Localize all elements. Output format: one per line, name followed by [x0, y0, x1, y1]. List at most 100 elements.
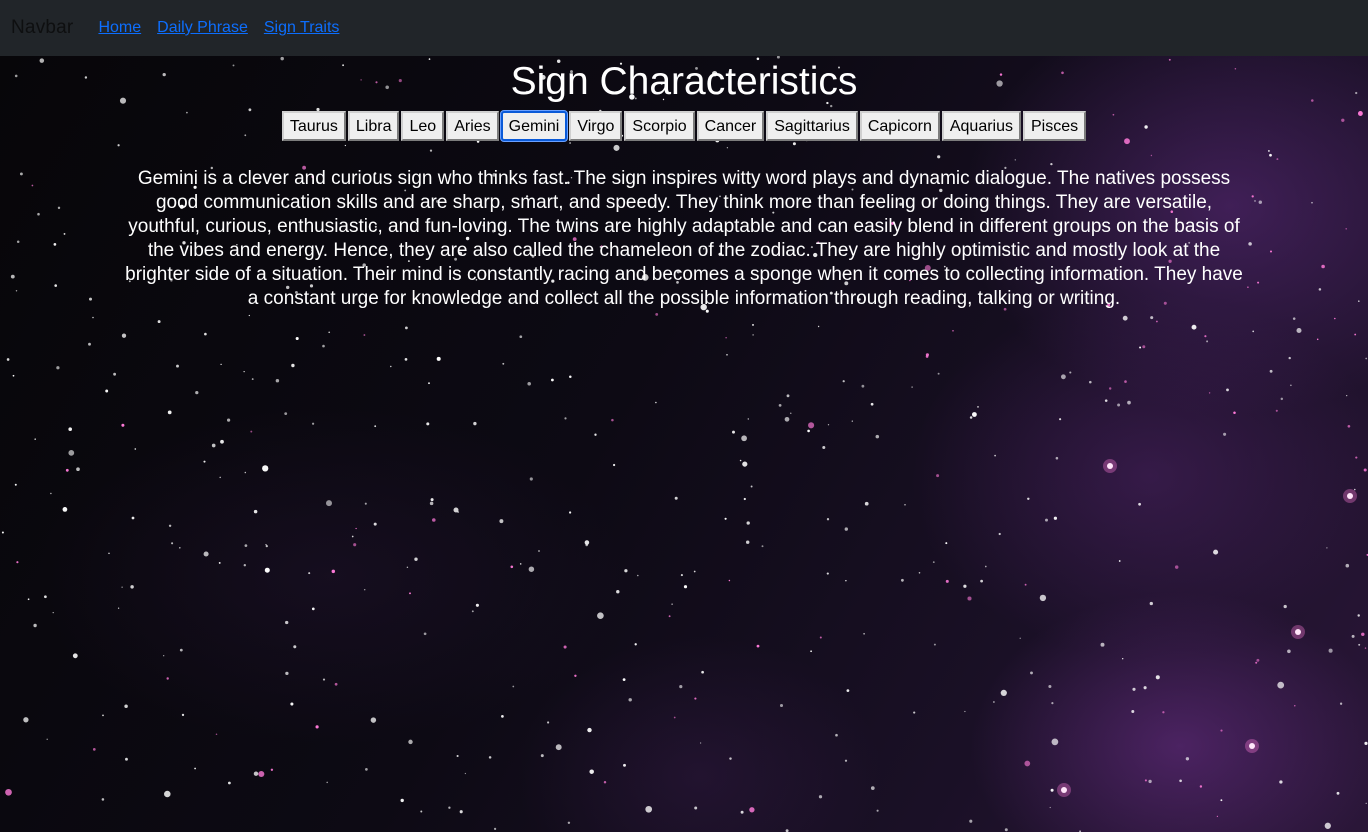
- star: [1336, 791, 1340, 795]
- star: [404, 358, 408, 361]
- star: [62, 507, 68, 512]
- star: [423, 632, 427, 636]
- star: [1060, 374, 1066, 380]
- star: [993, 701, 995, 703]
- star: [331, 569, 336, 574]
- star: [176, 364, 179, 368]
- star: [826, 572, 829, 575]
- star: [1118, 560, 1121, 562]
- star: [963, 584, 967, 588]
- star: [1252, 330, 1255, 333]
- star: [1363, 468, 1367, 472]
- sign-button-taurus[interactable]: Taurus: [281, 111, 346, 141]
- star: [1279, 780, 1283, 784]
- star: [547, 721, 550, 724]
- star: [163, 655, 165, 657]
- star: [732, 430, 735, 434]
- star: [679, 685, 683, 689]
- sign-button-cancer[interactable]: Cancer: [696, 111, 765, 141]
- star: [243, 564, 246, 567]
- star: [171, 542, 174, 545]
- star: [68, 450, 75, 456]
- star: [980, 579, 983, 583]
- star: [1255, 661, 1258, 664]
- star: [616, 590, 620, 594]
- star: [1156, 320, 1158, 323]
- star: [1283, 604, 1287, 609]
- navbar: Navbar Home Daily Phrase Sign Traits: [0, 0, 1368, 56]
- sign-button-virgo[interactable]: Virgo: [569, 111, 623, 141]
- star: [527, 382, 531, 386]
- star: [1277, 681, 1285, 689]
- sign-button-capicorn[interactable]: Capicorn: [859, 111, 940, 141]
- sign-button-aquarius[interactable]: Aquarius: [941, 111, 1021, 141]
- star: [328, 331, 331, 334]
- star: [574, 674, 577, 677]
- star: [363, 334, 366, 336]
- star: [220, 439, 224, 444]
- star: [293, 645, 297, 649]
- navbar-brand[interactable]: Navbar: [11, 17, 73, 39]
- star: [471, 610, 474, 613]
- star: [406, 566, 409, 569]
- star: [5, 788, 12, 796]
- star: [851, 420, 853, 422]
- star: [1138, 502, 1141, 506]
- star: [134, 448, 137, 450]
- sign-button-pisces[interactable]: Pisces: [1023, 111, 1087, 141]
- sign-button-gemini[interactable]: Gemini: [500, 111, 568, 141]
- star: [945, 579, 949, 583]
- star: [1351, 634, 1355, 638]
- star: [1061, 787, 1067, 793]
- star: [108, 552, 110, 555]
- star: [835, 733, 838, 737]
- star: [1324, 822, 1331, 829]
- star: [475, 603, 479, 607]
- star: [1294, 705, 1296, 707]
- star: [121, 586, 123, 588]
- nav-link-home[interactable]: Home: [98, 19, 141, 37]
- nav-link-daily-phrase[interactable]: Daily Phrase: [157, 19, 248, 37]
- star: [420, 810, 423, 813]
- star: [1204, 335, 1207, 338]
- star: [1355, 456, 1358, 459]
- star: [945, 542, 948, 545]
- star: [131, 516, 135, 520]
- star: [1316, 338, 1319, 341]
- star: [1216, 815, 1219, 818]
- sign-button-aries[interactable]: Aries: [446, 111, 499, 141]
- star: [971, 412, 977, 417]
- star: [353, 543, 357, 547]
- sign-button-sagittarius[interactable]: Sagittarius: [766, 111, 858, 141]
- star: [251, 378, 254, 381]
- star: [1000, 689, 1007, 697]
- sign-button-libra[interactable]: Libra: [347, 111, 400, 141]
- star: [117, 607, 120, 609]
- star: [502, 362, 505, 365]
- star: [33, 623, 37, 628]
- star: [1295, 629, 1301, 635]
- star: [1358, 643, 1361, 646]
- star: [568, 511, 572, 514]
- sign-button-scorpio[interactable]: Scorpio: [624, 111, 695, 141]
- star: [1162, 711, 1165, 714]
- star: [725, 337, 727, 339]
- star: [1132, 687, 1136, 691]
- star: [1185, 757, 1190, 761]
- star: [745, 540, 750, 544]
- sign-button-leo[interactable]: Leo: [401, 111, 445, 141]
- nav-link-sign-traits[interactable]: Sign Traits: [264, 19, 340, 37]
- star: [326, 781, 328, 784]
- star: [405, 326, 408, 330]
- star: [683, 585, 688, 589]
- star: [181, 713, 185, 717]
- star: [1139, 346, 1142, 349]
- star: [913, 711, 916, 714]
- star: [818, 795, 823, 799]
- star: [1131, 710, 1135, 713]
- star: [674, 496, 678, 500]
- star: [125, 757, 128, 761]
- star: [742, 461, 748, 467]
- star: [211, 443, 216, 448]
- star: [6, 358, 10, 361]
